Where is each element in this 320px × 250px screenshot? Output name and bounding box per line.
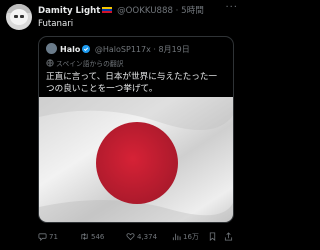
- reply-count: 71: [49, 233, 58, 241]
- reply-button[interactable]: 71: [38, 230, 58, 244]
- venezuela-flag-icon: [102, 6, 113, 14]
- separator-dot: ·: [175, 6, 179, 16]
- views-button[interactable]: 16万: [172, 230, 199, 244]
- retweet-button[interactable]: 546: [80, 230, 104, 244]
- author-handle[interactable]: @OOKKU888: [117, 6, 173, 16]
- views-chart-icon: [172, 233, 181, 241]
- quote-text: 正直に言って、日本が世界に与えたたった一 つの良いことを一つ挙げて。: [46, 71, 228, 95]
- retweet-count: 546: [91, 233, 105, 241]
- avatar-eye: [20, 15, 24, 18]
- quote-text-line: つの良いことを一つ挙げて。: [46, 84, 158, 94]
- retweet-icon: [81, 233, 88, 240]
- views-count: 16万: [183, 233, 199, 241]
- quote-author-name[interactable]: Halo: [60, 45, 80, 54]
- share-button[interactable]: [224, 230, 235, 244]
- avatar-eye: [14, 15, 18, 18]
- share-icon: [224, 232, 233, 241]
- japan-flag-image[interactable]: [39, 97, 234, 223]
- author-name[interactable]: Damity Light: [38, 6, 100, 16]
- action-bar: 71 546 4,374 16万: [38, 230, 238, 244]
- bookmark-button[interactable]: [208, 230, 219, 244]
- heart-icon: [126, 233, 135, 241]
- like-button[interactable]: 4,374: [126, 230, 157, 244]
- avatar[interactable]: [6, 4, 32, 30]
- quote-author-handle[interactable]: @HaloSP117x: [95, 45, 151, 54]
- separator-dot: ·: [153, 45, 156, 54]
- quote-avatar[interactable]: [46, 43, 57, 54]
- more-options-icon[interactable]: ···: [225, 2, 238, 13]
- bookmark-icon: [209, 232, 216, 241]
- avatar-face: [10, 9, 28, 25]
- post-time[interactable]: 5時間: [181, 6, 204, 16]
- translation-note-label: スペイン語からの翻訳: [56, 60, 124, 68]
- quote-header: Halo @HaloSP117x · 8月19日: [46, 43, 190, 55]
- translation-note[interactable]: スペイン語からの翻訳: [46, 59, 124, 69]
- tweet-header: Damity Light @OOKKU888 · 5時間: [38, 4, 238, 18]
- quote-date[interactable]: 8月19日: [158, 45, 189, 54]
- globe-icon: [46, 59, 54, 67]
- tweet-text: Futanari: [38, 19, 74, 29]
- quote-text-line: 正直に言って、日本が世界に与えたたった一: [46, 72, 218, 82]
- quoted-tweet[interactable]: Halo @HaloSP117x · 8月19日 スペイン語からの翻訳 正直に言…: [38, 36, 234, 223]
- reply-icon: [38, 233, 47, 242]
- verified-badge-icon: [82, 45, 91, 53]
- tweet[interactable]: Damity Light @OOKKU888 · 5時間 ··· Futanar…: [0, 0, 242, 250]
- like-count: 4,374: [137, 233, 158, 241]
